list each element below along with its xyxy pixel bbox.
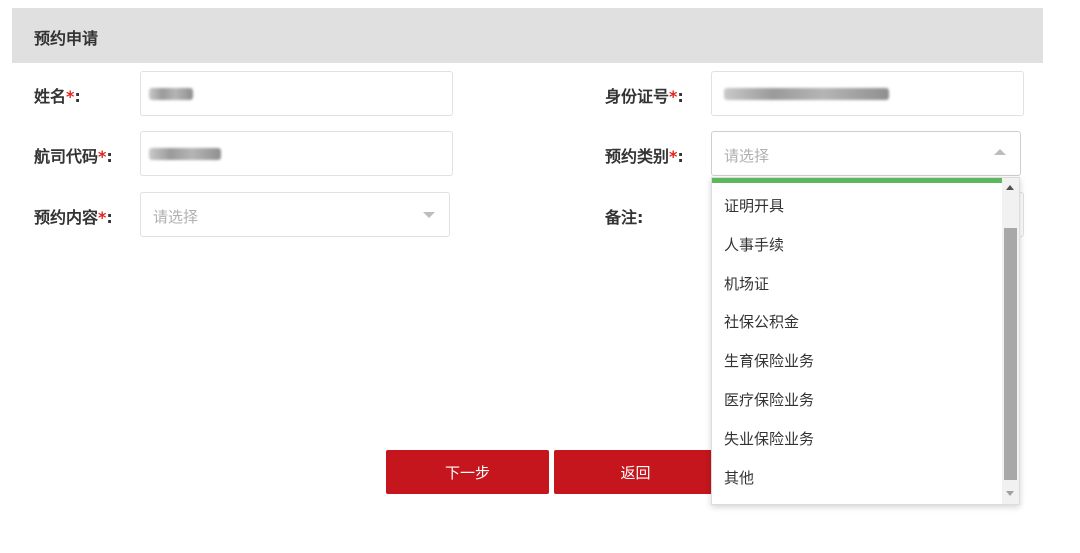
category-option[interactable]: 证明开具: [712, 187, 1002, 226]
remark-label-text: 备注: [605, 208, 638, 227]
chevron-up-icon: [994, 149, 1006, 155]
page-title: 预约申请: [34, 29, 99, 48]
chevron-down-icon: [423, 212, 435, 218]
content-label-text: 预约内容: [34, 208, 99, 227]
content-select[interactable]: 请选择: [140, 192, 450, 237]
name-label: 姓名*:: [34, 83, 81, 107]
category-option[interactable]: 医疗保险业务: [712, 381, 1002, 420]
scrollbar-thumb[interactable]: [1004, 228, 1017, 480]
category-option[interactable]: 生育保险业务: [712, 342, 1002, 381]
dropdown-scrollbar[interactable]: [1002, 178, 1019, 504]
name-field[interactable]: [140, 71, 453, 116]
masked-value: [149, 88, 193, 100]
dropdown-highlight-bar: [712, 178, 1002, 183]
category-label: 预约类别*:: [605, 143, 684, 167]
id-number-label: 身份证号*:: [605, 83, 684, 107]
category-option[interactable]: 人事手续: [712, 226, 1002, 265]
category-option-list: 证明开具 人事手续 机场证 社保公积金 生育保险业务 医疗保险业务 失业保险业务…: [712, 187, 1002, 497]
label-colon: :: [677, 87, 684, 106]
id-label-text: 身份证号: [605, 87, 670, 106]
scroll-up-arrow-icon[interactable]: [1006, 185, 1014, 190]
label-colon: :: [74, 87, 81, 106]
category-select[interactable]: 请选择: [711, 131, 1021, 176]
scroll-down-arrow-icon[interactable]: [1006, 491, 1014, 496]
label-colon: :: [637, 208, 644, 227]
content-placeholder: 请选择: [153, 208, 199, 226]
id-number-field[interactable]: [711, 71, 1024, 116]
label-colon: :: [106, 147, 113, 166]
category-placeholder: 请选择: [724, 147, 770, 165]
category-dropdown[interactable]: 证明开具 人事手续 机场证 社保公积金 生育保险业务 医疗保险业务 失业保险业务…: [711, 177, 1020, 505]
category-option[interactable]: 机场证: [712, 265, 1002, 304]
section-header: 预约申请: [12, 8, 1043, 63]
name-label-text: 姓名: [34, 87, 67, 106]
airline-code-field[interactable]: [140, 131, 453, 176]
label-colon: :: [677, 147, 684, 166]
airline-code-label-text: 航司代码: [34, 147, 99, 166]
label-colon: :: [106, 208, 113, 227]
category-label-text: 预约类别: [605, 147, 670, 166]
category-option[interactable]: 社保公积金: [712, 303, 1002, 342]
next-step-button[interactable]: 下一步: [386, 450, 549, 494]
remark-label: 备注:: [605, 204, 643, 228]
masked-value: [724, 88, 889, 100]
masked-value: [149, 148, 221, 160]
back-button[interactable]: 返回: [554, 450, 717, 494]
content-label: 预约内容*:: [34, 204, 113, 228]
airline-code-label: 航司代码*:: [34, 143, 113, 167]
category-option[interactable]: 失业保险业务: [712, 420, 1002, 459]
category-option[interactable]: 其他: [712, 459, 1002, 498]
